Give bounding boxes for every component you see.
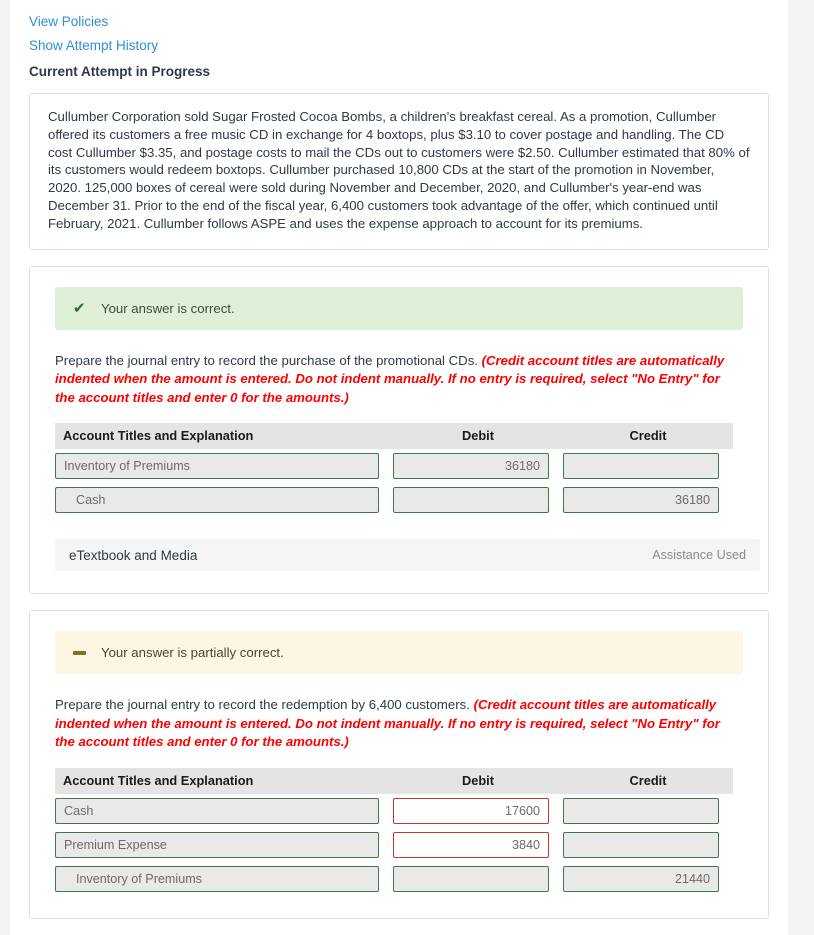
prompt-main-text: Prepare the journal entry to record the … xyxy=(55,352,482,368)
account-title-input[interactable] xyxy=(55,831,379,858)
prompt-main-text: Prepare the journal entry to record the … xyxy=(55,697,474,713)
problem-card: Cullumber Corporation sold Sugar Frosted… xyxy=(29,93,769,250)
show-attempt-history-row: Show Attempt History xyxy=(29,38,769,53)
table-row xyxy=(55,794,733,828)
answer-sections-host: ✔ Your answer is correct. Prepare the jour… xyxy=(10,265,788,919)
account-cell xyxy=(55,862,393,896)
column-header-credit: Credit xyxy=(563,767,733,794)
status-banner-text: Your answer is correct. xyxy=(101,300,235,316)
credit-amount-input[interactable] xyxy=(563,865,719,892)
credit-cell xyxy=(563,862,733,896)
debit-cell xyxy=(393,862,563,896)
table-row xyxy=(55,483,733,517)
etextbook-and-media-bar[interactable]: eTextbook and Media Assistance Used xyxy=(55,539,760,572)
table-row xyxy=(55,449,733,483)
assistance-used-status: Assistance Used xyxy=(652,548,746,563)
account-cell xyxy=(55,794,393,828)
account-title-input[interactable] xyxy=(55,453,379,480)
view-policies-row: View Policies xyxy=(29,14,769,29)
credit-amount-input[interactable] xyxy=(563,797,719,824)
top-links-region: View Policies Show Attempt History Curre… xyxy=(10,0,788,79)
debit-amount-input[interactable] xyxy=(393,865,549,892)
account-cell xyxy=(55,449,393,483)
answer-card: ✔ Your answer is correct. Prepare the jour… xyxy=(29,265,769,595)
journal-entry-table: Account Titles and Explanation Debit Credi… xyxy=(55,767,733,896)
credit-cell xyxy=(563,828,733,862)
problem-text: Cullumber Corporation sold Sugar Frosted… xyxy=(48,109,750,231)
debit-amount-input[interactable] xyxy=(393,831,549,858)
table-header-row: Account Titles and Explanation Debit Credi… xyxy=(55,767,733,794)
status-banner: ✔ Your answer is correct. xyxy=(55,286,743,330)
column-header-debit: Debit xyxy=(393,767,563,794)
credit-amount-input[interactable] xyxy=(563,453,719,480)
debit-cell xyxy=(393,794,563,828)
page-root: View Policies Show Attempt History Curre… xyxy=(0,0,814,935)
column-header-account: Account Titles and Explanation xyxy=(55,423,393,450)
account-cell xyxy=(55,828,393,862)
question-prompt: Prepare the journal entry to record the … xyxy=(55,352,743,408)
debit-amount-input[interactable] xyxy=(393,453,549,480)
account-title-input[interactable] xyxy=(55,865,379,892)
view-policies-link[interactable]: View Policies xyxy=(29,14,108,29)
credit-amount-input[interactable] xyxy=(563,487,719,514)
debit-cell xyxy=(393,449,563,483)
account-title-input[interactable] xyxy=(55,797,379,824)
show-attempt-history-link[interactable]: Show Attempt History xyxy=(29,38,158,53)
dash-icon xyxy=(73,645,95,660)
journal-entry-table: Account Titles and Explanation Debit Credi… xyxy=(55,423,733,517)
table-row xyxy=(55,828,733,862)
table-row xyxy=(55,862,733,896)
column-header-account: Account Titles and Explanation xyxy=(55,767,393,794)
status-banner: Your answer is partially correct. xyxy=(55,631,743,675)
table-header-row: Account Titles and Explanation Debit Credi… xyxy=(55,423,733,450)
credit-cell xyxy=(563,794,733,828)
question-prompt: Prepare the journal entry to record the … xyxy=(55,696,743,752)
credit-cell xyxy=(563,449,733,483)
current-attempt-heading: Current Attempt in Progress xyxy=(29,64,211,79)
credit-cell xyxy=(563,483,733,517)
status-banner-text: Your answer is partially correct. xyxy=(101,645,284,661)
column-header-debit: Debit xyxy=(393,423,563,450)
account-title-input[interactable] xyxy=(55,487,379,514)
debit-cell xyxy=(393,483,563,517)
answer-card: Your answer is partially correct. Prepare… xyxy=(29,610,769,919)
column-header-credit: Credit xyxy=(563,423,733,450)
content-area: View Policies Show Attempt History Curre… xyxy=(10,0,788,935)
debit-amount-input[interactable] xyxy=(393,487,549,514)
debit-cell xyxy=(393,828,563,862)
credit-amount-input[interactable] xyxy=(563,831,719,858)
etextbook-label: eTextbook and Media xyxy=(69,547,198,563)
account-cell xyxy=(55,483,393,517)
check-icon: ✔ xyxy=(73,299,86,317)
debit-amount-input[interactable] xyxy=(393,797,549,824)
